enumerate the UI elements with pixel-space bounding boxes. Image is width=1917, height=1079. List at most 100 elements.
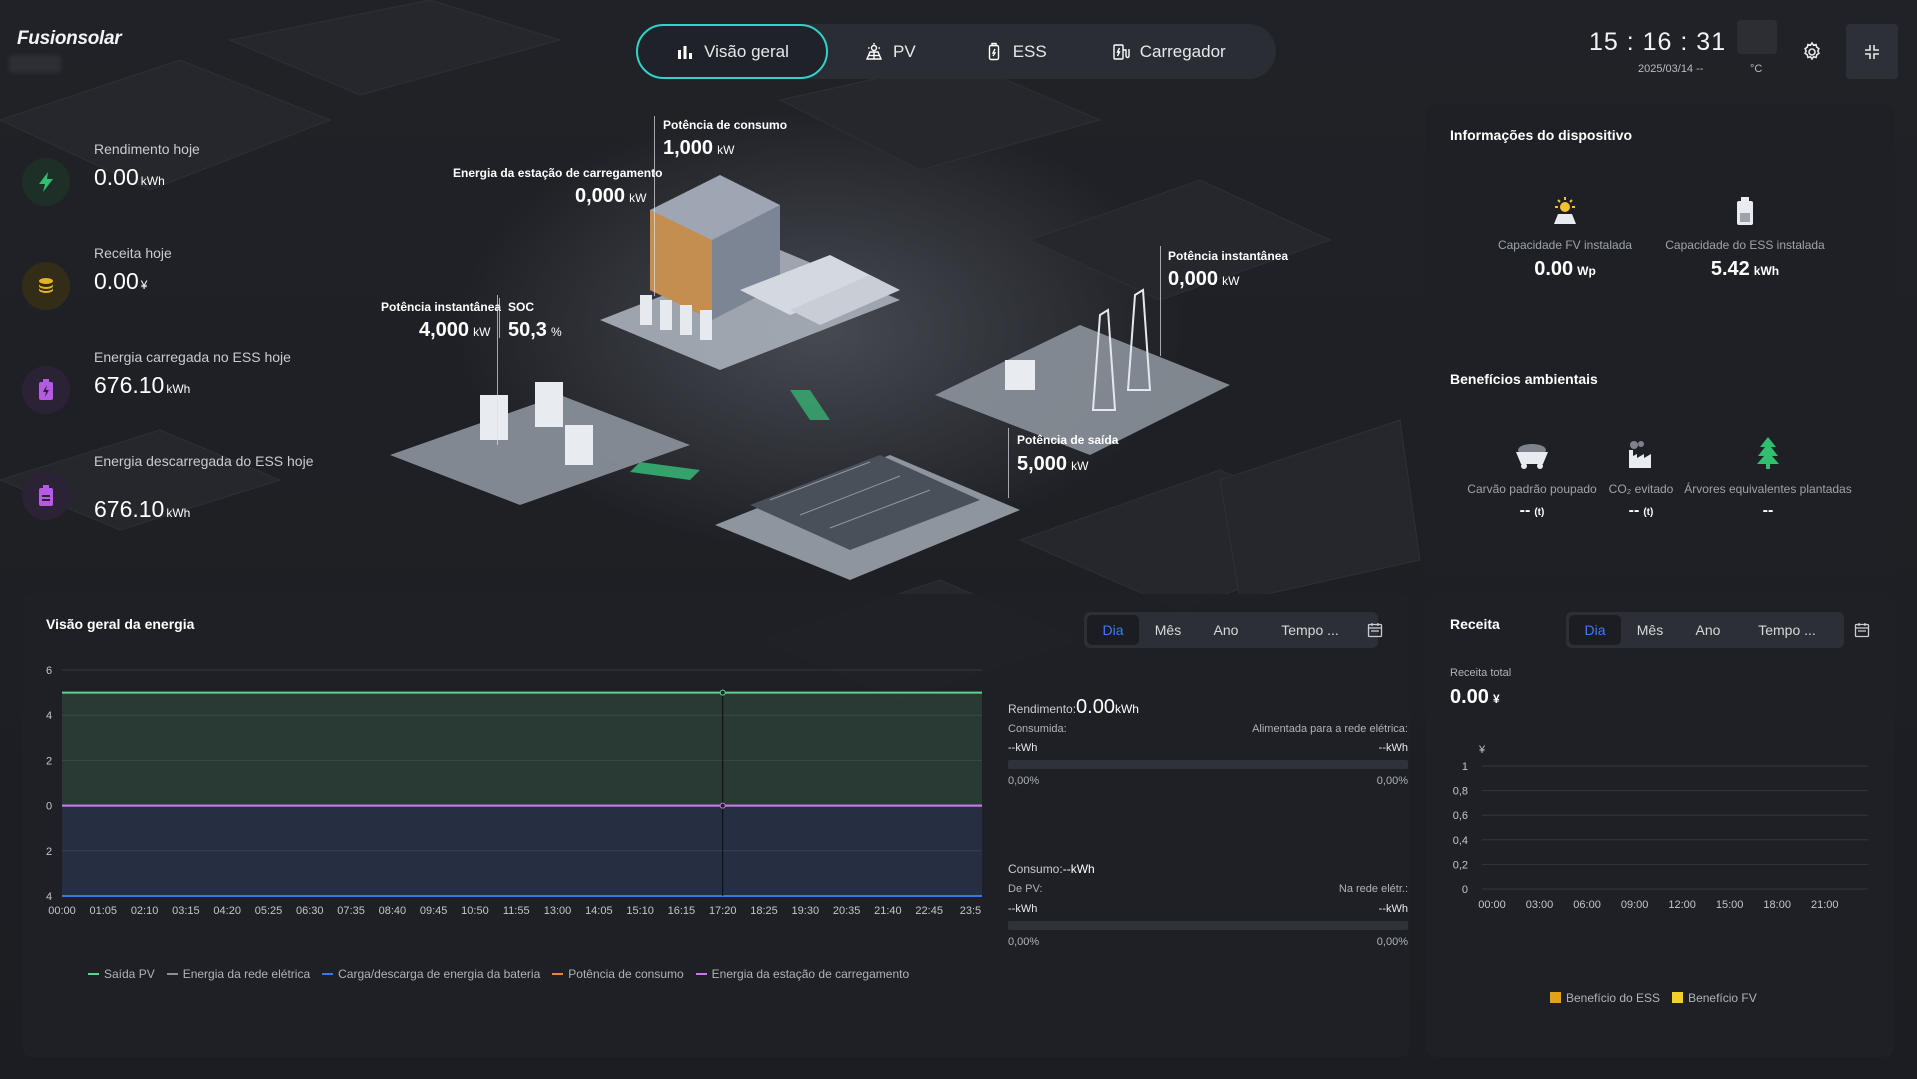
grid-instant-power-value: 0,000 kW (1168, 268, 1240, 290)
env-label: Carvão padrão poupado (1467, 482, 1597, 496)
stat-label: Rendimento hoje (94, 141, 200, 157)
main-tabs: Visão geral PV ESS Carregador (636, 24, 1276, 79)
legend-swatch (695, 973, 707, 975)
output-power-value: 5,000 kW (1017, 453, 1089, 475)
period-mes[interactable]: Mês (1139, 615, 1197, 645)
from-grid-value: --kWh (1378, 903, 1408, 915)
y-tick-label: 0 (1462, 884, 1468, 896)
yield-labels-row: Consumida: Alimentada para a rede elétric… (1008, 723, 1408, 735)
yield-block: Rendimento:0.00kWh Consumida: Alimentada … (1008, 696, 1408, 787)
grid-instant-power-label: Potência instantânea (1168, 249, 1289, 263)
period-ano[interactable]: Ano (1679, 615, 1737, 645)
ess-instant-power-label: Potência instantânea (381, 300, 502, 314)
tab-ess[interactable]: ESS (984, 24, 1047, 79)
plant-name-blurred (9, 55, 61, 73)
revenue-bar-chart: ¥0 0,2 0,4 0,6 0,8 1 00:00 03:00 06:00 09:00 12:00… (1453, 744, 1868, 911)
x-tick-label: 11:55 (503, 905, 530, 917)
y-tick-label: 2 (46, 846, 52, 858)
consumption-power-value: 1,000 kW (663, 137, 735, 159)
x-tick-label: 03:00 (1526, 899, 1554, 911)
panel-title: Informações do dispositivo (1450, 127, 1633, 143)
solar-capacity-icon (1554, 197, 1576, 224)
y-tick-label: 0,2 (1453, 859, 1468, 871)
stat-label: Energia descarregada do ESS hoje (94, 453, 314, 469)
legend-item[interactable]: Saída PV (88, 967, 155, 981)
legend-label: Benefício FV (1688, 990, 1757, 1005)
period-tempo[interactable]: Tempo ... (1255, 615, 1365, 645)
from-pv-label: De PV: (1008, 883, 1043, 895)
stat-value: 0.00 kWh (94, 164, 165, 190)
soc-label: SOC (508, 300, 535, 314)
legend-item[interactable]: Benefício FV (1672, 991, 1757, 1005)
y-tick-label: 4 (46, 710, 52, 722)
leader-line (654, 116, 655, 296)
legend-label: Benefício do ESS (1566, 990, 1661, 1005)
yield-label: Rendimento: (1008, 702, 1077, 716)
consumed-pct: 0,00% (1008, 775, 1040, 787)
stat-label: Receita hoje (94, 245, 172, 261)
collapse-fullscreen-button[interactable] (1846, 24, 1898, 79)
consumption-values-row: --kWh --kWh (1008, 903, 1408, 915)
legend-swatch (88, 973, 99, 975)
x-tick-label: 02:10 (131, 905, 159, 917)
period-dia[interactable]: Dia (1087, 615, 1139, 645)
factory-co2-icon (1629, 441, 1651, 468)
legend-item[interactable]: Benefício do ESS (1550, 991, 1660, 1005)
x-tick-label: 21:40 (874, 905, 902, 917)
legend-item[interactable]: Energia da rede elétrica (166, 967, 311, 981)
y-tick-label: 0,8 (1453, 786, 1468, 798)
period-selector: Dia Mês Ano Tempo ... (1084, 612, 1378, 648)
x-tick-label: 17:20 (709, 905, 737, 917)
period-mes[interactable]: Mês (1621, 615, 1679, 645)
cursor-point (719, 802, 726, 809)
legend-swatch (322, 973, 334, 975)
leader-line (1008, 428, 1009, 498)
x-tick-label: 06:00 (1573, 899, 1601, 911)
y-tick-label: 6 (46, 665, 52, 677)
revenue-legend: Benefício do ESS Benefício FV (1550, 990, 1769, 1008)
tab-pv[interactable]: PV (864, 24, 916, 79)
env-label: CO₂ evitado (1608, 482, 1674, 496)
tab-carregador[interactable]: Carregador (1111, 24, 1226, 79)
stat-rendimento-hoje: Rendimento hoje 0.00 kWh (20, 138, 320, 228)
yield-unit: kWh (1114, 702, 1139, 716)
fusionsolar-logo: Fusionsolar (17, 28, 122, 49)
charger-icon (1113, 43, 1130, 60)
stat-value: 676.10 kWh (94, 496, 191, 522)
x-tick-label: 13:00 (544, 905, 572, 917)
revenue-panel: Receita Dia Mês Ano Tempo ... Receita to… (1426, 594, 1894, 1057)
from-pv-value: --kWh (1008, 903, 1038, 915)
x-tick-label: 20:35 (833, 905, 861, 917)
legend-item[interactable]: Energia da estação de carregamento (695, 967, 909, 981)
panel-title: Visão geral da energia (46, 616, 195, 632)
legend-item[interactable]: Carga/descarga de energia da bateria (322, 967, 540, 981)
tab-label: PV (893, 41, 916, 61)
charging-station-label: Energia da estação de carregamento (453, 166, 663, 180)
tab-visao-geral[interactable]: Visão geral (636, 24, 828, 79)
calendar-icon[interactable] (1854, 622, 1870, 638)
coins-icon (22, 262, 70, 310)
calendar-icon[interactable] (1367, 622, 1383, 638)
legend-item[interactable]: Potência de consumo (552, 967, 684, 981)
x-tick-label: 05:25 (255, 905, 283, 917)
battery-capacity-icon (1737, 197, 1753, 225)
charging-station-value: 0,000 kW (575, 185, 647, 207)
fed-value: --kWh (1378, 742, 1408, 754)
stat-value: 676.10 kWh (94, 372, 191, 398)
x-tick-label: 03:15 (172, 905, 200, 917)
pv-platform-illustration (715, 390, 1020, 580)
consumed-value: --kWh (1008, 742, 1038, 754)
legend-label: Energia da rede elétrica (182, 967, 311, 981)
energy-line-chart: 6 4 2 0 2 4 00:00 01:05 02:10 03:15 04:20 05:25 06:3… (46, 665, 982, 917)
battery-icon (988, 42, 999, 60)
period-dia[interactable]: Dia (1569, 615, 1621, 645)
cursor-point (719, 689, 726, 696)
temperature-unit: °C (1750, 63, 1763, 75)
x-tick-label: 19:30 (792, 905, 820, 917)
stat-receita-hoje: Receita hoje 0.00 ¥ (20, 242, 320, 332)
x-tick-label: 23:5 (960, 905, 981, 917)
gear-icon[interactable] (1800, 40, 1824, 64)
period-ano[interactable]: Ano (1197, 615, 1255, 645)
period-tempo[interactable]: Tempo ... (1737, 615, 1837, 645)
env-label: Árvores equivalentes plantadas (1684, 482, 1852, 496)
